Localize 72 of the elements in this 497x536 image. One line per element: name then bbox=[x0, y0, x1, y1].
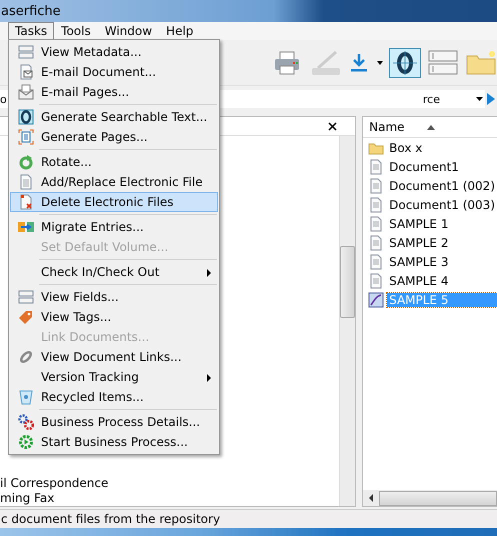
migrate-icon bbox=[18, 219, 34, 235]
menu-item[interactable]: Business Process Details... bbox=[10, 412, 218, 432]
list-icon bbox=[18, 289, 34, 305]
close-icon bbox=[328, 122, 338, 130]
horizontal-scrollbar[interactable] bbox=[363, 490, 497, 506]
menu-bar-item[interactable]: Tools bbox=[54, 22, 98, 40]
caret-icon bbox=[377, 60, 383, 64]
scanner-icon bbox=[310, 50, 340, 76]
file-item[interactable]: SAMPLE 1 bbox=[387, 216, 450, 230]
address-text: rce bbox=[422, 92, 440, 106]
file-item[interactable]: SAMPLE 3 bbox=[387, 254, 450, 268]
menu-item[interactable]: Recycled Items... bbox=[10, 387, 218, 407]
fields-icon bbox=[428, 50, 458, 75]
document-icon bbox=[368, 178, 384, 194]
vertical-scrollbar[interactable] bbox=[339, 136, 356, 506]
pdf-document-icon bbox=[368, 292, 384, 308]
new-folder-icon bbox=[466, 50, 496, 76]
tag-icon bbox=[18, 309, 34, 325]
menu-item[interactable]: Start Business Process... bbox=[10, 432, 218, 452]
list-icon bbox=[18, 44, 34, 60]
file-item[interactable]: Document1 bbox=[387, 160, 461, 174]
menu-item[interactable]: View Document Links... bbox=[10, 347, 218, 367]
printer-icon bbox=[273, 50, 301, 76]
menu-item[interactable]: View Fields... bbox=[10, 287, 218, 307]
sort-up-icon bbox=[426, 124, 435, 130]
menu-item[interactable]: Generate Searchable Text... bbox=[10, 107, 218, 127]
document-icon bbox=[368, 216, 384, 232]
tree-item[interactable]: il Correspondence bbox=[0, 476, 108, 491]
menu-item[interactable]: Generate Pages... bbox=[10, 127, 218, 147]
toolbar-button[interactable] bbox=[389, 48, 421, 78]
document-icon bbox=[368, 234, 384, 250]
file-item[interactable]: Document1 (002) bbox=[387, 178, 497, 192]
document-icon bbox=[368, 254, 384, 270]
menu-item[interactable]: Migrate Entries... bbox=[10, 217, 218, 237]
menu-item[interactable]: Delete Electronic Files bbox=[10, 192, 218, 212]
link-icon bbox=[18, 349, 34, 365]
menu-item[interactable]: Add/Replace Electronic File bbox=[10, 172, 218, 192]
ocr-icon bbox=[393, 50, 417, 74]
document-envelope-icon bbox=[18, 64, 34, 80]
window-title: aserfiche bbox=[1, 4, 61, 18]
gear-play-icon bbox=[18, 434, 34, 450]
address-prefix: o bbox=[0, 92, 7, 106]
file-item[interactable]: Box x bbox=[387, 140, 424, 154]
menu-item[interactable]: E-mail Document... bbox=[10, 62, 218, 82]
tree-item[interactable]: ming Fax bbox=[0, 491, 54, 506]
status-text: c document files from the repository bbox=[1, 512, 220, 526]
document-icon bbox=[368, 272, 384, 288]
menu-item[interactable]: View Tags... bbox=[10, 307, 218, 327]
recycle-bin-icon bbox=[18, 389, 34, 405]
download-icon bbox=[349, 52, 369, 74]
envelope-icon bbox=[18, 84, 34, 100]
document-icon bbox=[368, 158, 384, 174]
menu-item[interactable]: Check In/Check Out bbox=[10, 262, 218, 282]
file-item[interactable]: SAMPLE 2 bbox=[387, 236, 450, 250]
file-item[interactable]: SAMPLE 4 bbox=[387, 274, 450, 288]
rotate-icon bbox=[18, 154, 34, 170]
menu-bar-item[interactable]: Window bbox=[98, 22, 160, 40]
menu-bar-item[interactable]: Tasks bbox=[8, 22, 54, 40]
dropdown-caret-icon bbox=[476, 97, 483, 101]
menu-bar-item[interactable]: Help bbox=[159, 22, 200, 40]
document-delete-icon bbox=[18, 194, 34, 210]
menu-item[interactable]: View Metadata... bbox=[10, 42, 218, 62]
play-icon bbox=[487, 93, 495, 105]
file-item[interactable]: Document1 (003) bbox=[387, 198, 497, 212]
document-icon bbox=[18, 174, 34, 190]
scroll-left-icon bbox=[369, 494, 374, 502]
page-icon bbox=[18, 129, 34, 145]
ocr-icon bbox=[18, 109, 34, 125]
document-icon bbox=[368, 196, 384, 212]
menu-item[interactable]: Version Tracking bbox=[10, 367, 218, 387]
gears-icon bbox=[18, 414, 34, 430]
menu-item[interactable]: Rotate... bbox=[10, 152, 218, 172]
